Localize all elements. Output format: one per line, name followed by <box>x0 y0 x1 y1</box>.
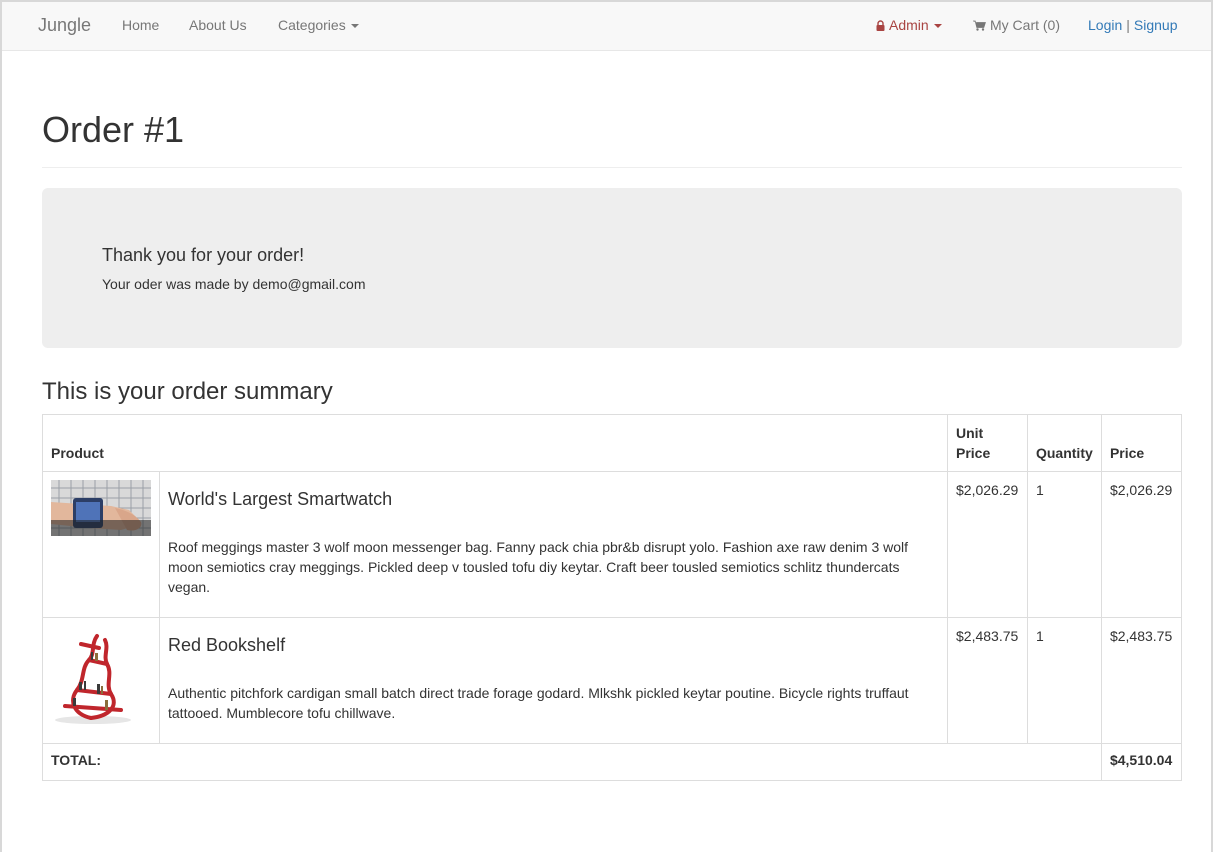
product-image-cell <box>42 617 160 744</box>
nav-categories-dropdown[interactable]: Categories <box>278 2 359 51</box>
chevron-down-icon <box>350 24 359 29</box>
signup-link[interactable]: Signup <box>1134 17 1178 33</box>
chevron-down-icon <box>933 24 942 29</box>
nav-home-link[interactable]: Home <box>122 2 159 51</box>
header-quantity: Quantity <box>1026 414 1102 472</box>
thank-you-panel: Thank you for your order! Your oder was … <box>42 188 1182 348</box>
unit-price-cell: $2,026.29 <box>947 471 1028 618</box>
nav-about-link[interactable]: About Us <box>189 2 247 51</box>
product-details-cell: World's Largest Smartwatch Roof meggings… <box>159 471 948 618</box>
product-details-cell: Red Bookshelf Authentic pitchfork cardig… <box>159 617 948 744</box>
product-name: Red Bookshelf <box>168 635 286 655</box>
auth-separator: | <box>1126 17 1130 33</box>
smartwatch-product-image <box>51 480 151 536</box>
brand-logo-link[interactable]: Jungle <box>38 2 91 51</box>
order-email-text: Your oder was made by demo@gmail.com <box>102 276 366 292</box>
nav-admin-label: Admin <box>889 17 929 33</box>
nav-admin-dropdown[interactable]: Admin <box>876 2 942 51</box>
total-label: TOTAL: <box>42 743 1102 781</box>
nav-cart-link[interactable]: My Cart (0) <box>973 2 1060 51</box>
browser-viewport: Jungle Home About Us Categories Admin My… <box>0 0 1213 852</box>
total-value: $4,510.04 <box>1100 743 1183 781</box>
login-link[interactable]: Login <box>1088 17 1122 33</box>
price-cell: $2,026.29 <box>1100 471 1183 618</box>
quantity-cell: 1 <box>1026 617 1102 744</box>
navbar: Jungle Home About Us Categories Admin My… <box>2 2 1211 51</box>
bookshelf-product-image <box>51 626 133 726</box>
total-row: TOTAL: $4,510.04 <box>42 743 1183 781</box>
header-product: Product <box>42 414 948 472</box>
nav-categories-label: Categories <box>278 17 346 33</box>
header-unit-price: Unit Price <box>947 414 1028 472</box>
nav-auth-links: Login | Signup <box>1088 2 1178 51</box>
thank-you-heading: Thank you for your order! <box>102 245 305 265</box>
nav-cart-label: My Cart (0) <box>990 17 1060 33</box>
product-description: Authentic pitchfork cardigan small batch… <box>168 685 909 721</box>
product-name: World's Largest Smartwatch <box>168 489 393 509</box>
header-price: Price <box>1100 414 1183 472</box>
order-summary-heading: This is your order summary <box>42 378 333 405</box>
quantity-cell: 1 <box>1026 471 1102 618</box>
product-image-cell <box>42 471 160 618</box>
table-row: World's Largest Smartwatch Roof meggings… <box>42 471 1183 618</box>
unit-price-cell: $2,483.75 <box>947 617 1028 744</box>
product-description: Roof meggings master 3 wolf moon messeng… <box>168 539 909 595</box>
shopping-cart-icon <box>973 20 986 31</box>
table-row: Red Bookshelf Authentic pitchfork cardig… <box>42 617 1183 744</box>
order-summary-table: Product Unit Price Quantity Price World'… <box>42 414 1183 781</box>
page-header-divider <box>42 167 1182 168</box>
page-title: Order #1 <box>42 109 185 150</box>
price-cell: $2,483.75 <box>1100 617 1183 744</box>
lock-icon <box>876 20 885 31</box>
table-header-row: Product Unit Price Quantity Price <box>42 414 1183 472</box>
